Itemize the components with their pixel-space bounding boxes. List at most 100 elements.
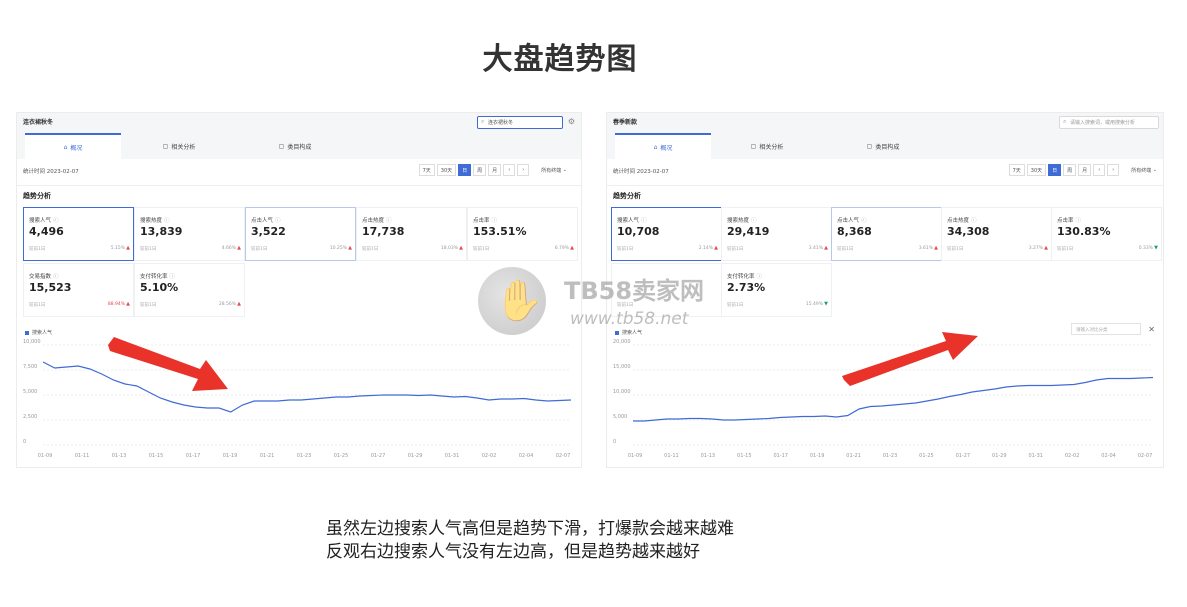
- info-icon: ⓘ: [491, 218, 498, 224]
- info-icon: ⓘ: [751, 218, 757, 224]
- x-tick-label: 01-23: [883, 453, 898, 459]
- search-input[interactable]: ⌕ 连衣裙秋冬: [477, 116, 563, 129]
- chevron-down-icon: ⌄: [562, 167, 567, 173]
- metric-card[interactable]: 搜索人气 ⓘ 10,708 较前1日 2.14% ▲: [611, 207, 722, 261]
- filter-bar: 统计时间 2023-02-07 7天 30天 日 周 月 ‹ › 所有终端 ⌄: [607, 159, 1163, 186]
- keyword-name: 连衣裙秋冬: [23, 119, 54, 126]
- metric-value: 10,708: [617, 225, 660, 238]
- metric-change: 18.03%: [440, 246, 458, 251]
- metric-card[interactable]: 点击率 ⓘ 153.51% 较前1日 6.79% ▲: [467, 207, 578, 261]
- tab-bar: ⌂ 概况 ▢ 相关分析 ▢ 类目构成: [17, 133, 581, 159]
- metric-compare-label: 较前1日: [251, 247, 268, 252]
- metric-value: 153.51%: [473, 225, 527, 238]
- arrow-up-icon: ▲: [934, 245, 938, 251]
- info-icon: ⓘ: [756, 274, 763, 280]
- y-tick-label: 5,000: [23, 389, 37, 395]
- info-icon: ⓘ: [53, 274, 59, 280]
- hand-logo-icon: ✋: [478, 267, 546, 335]
- metric-card[interactable]: 点击人气 ⓘ 3,522 较前1日 10.25% ▲: [245, 207, 356, 261]
- range-week-button[interactable]: 周: [1063, 164, 1077, 176]
- tab-category[interactable]: ▢ 类目构成: [247, 133, 343, 159]
- range-month-button[interactable]: 月: [1078, 164, 1092, 176]
- x-tick-label: 01-29: [992, 453, 1007, 459]
- metric-card[interactable]: 点击热度 ⓘ 17,738 较前1日 18.03% ▲: [356, 207, 467, 261]
- x-tick-label: 01-31: [1028, 453, 1043, 459]
- arrow-up-icon: ▲: [237, 301, 241, 307]
- range-buttons: 7天 30天 日 周 月 ‹ › 所有终端 ⌄: [1008, 164, 1157, 176]
- metric-change: 3.27%: [1028, 246, 1043, 251]
- x-tick-label: 01-15: [149, 453, 164, 459]
- info-icon: ⓘ: [971, 218, 977, 224]
- y-tick-label: 10,000: [613, 389, 631, 395]
- tab-overview[interactable]: ⌂ 概况: [615, 133, 711, 159]
- next-button[interactable]: ›: [517, 164, 530, 176]
- y-tick-label: 0: [613, 439, 616, 445]
- metric-value: 5.10%: [140, 281, 179, 294]
- metric-change: 4.66%: [221, 246, 236, 251]
- info-icon: ⓘ: [275, 218, 281, 224]
- metric-value: 13,839: [140, 225, 183, 238]
- search-input[interactable]: ⌕ 请输入搜索词，或用搜索分析: [1059, 116, 1159, 129]
- watermark: ✋ TB58卖家网 www.tb58.net: [478, 267, 728, 339]
- x-tick-label: 01-21: [260, 453, 275, 459]
- metric-card[interactable]: 点击人气 ⓘ 8,368 较前1日 3.61% ▲: [831, 207, 942, 261]
- tab-category[interactable]: ▢ 类目构成: [835, 133, 931, 159]
- section-title: 趋势分析: [613, 192, 641, 200]
- metric-value: 34,308: [947, 225, 990, 238]
- info-icon: ⓘ: [386, 218, 392, 224]
- info-icon: ⓘ: [861, 218, 867, 224]
- tab-bar: ⌂ 概况 ▢ 相关分析 ▢ 类目构成: [607, 133, 1163, 159]
- range-7d-button[interactable]: 7天: [1008, 164, 1025, 176]
- arrow-up-icon: ▲: [714, 245, 718, 251]
- range-30d-button[interactable]: 30天: [436, 164, 457, 176]
- tab-related-analysis[interactable]: ▢ 相关分析: [719, 133, 815, 159]
- filter-bar: 统计时间 2023-02-07 7天 30天 日 周 月 ‹ › 所有终端 ⌄: [17, 159, 581, 186]
- metric-card[interactable]: 点击热度 ⓘ 34,308 较前1日 3.27% ▲: [941, 207, 1052, 261]
- terminal-select[interactable]: 所有终端 ⌄: [1131, 164, 1157, 176]
- x-tick-label: 01-11: [75, 453, 90, 459]
- range-7d-button[interactable]: 7天: [418, 164, 435, 176]
- range-month-button[interactable]: 月: [488, 164, 502, 176]
- tab-related-analysis[interactable]: ▢ 相关分析: [131, 133, 227, 159]
- stat-date: 统计时间 2023-02-07: [23, 169, 79, 175]
- settings-icon[interactable]: ⚙: [568, 117, 575, 126]
- range-day-button[interactable]: 日: [1048, 164, 1062, 176]
- metric-change: 0.33%: [1138, 246, 1153, 251]
- close-icon[interactable]: ✕: [1148, 325, 1155, 334]
- metric-change: 6.79%: [554, 246, 569, 251]
- next-button[interactable]: ›: [1107, 164, 1120, 176]
- x-tick-label: 02-02: [482, 453, 497, 459]
- metric-card[interactable]: 点击率 ⓘ 130.83% 较前1日 0.33% ▼: [1051, 207, 1162, 261]
- metric-change: 5.15%: [110, 246, 125, 251]
- metric-name: 点击率 ⓘ: [473, 218, 498, 224]
- metric-card[interactable]: 搜索热度 ⓘ 13,839 较前1日 4.66% ▲: [134, 207, 245, 261]
- terminal-select[interactable]: 所有终端 ⌄: [541, 164, 567, 176]
- metric-card[interactable]: 搜索热度 ⓘ 29,419 较前1日 3.41% ▲: [721, 207, 832, 261]
- metric-value: 130.83%: [1057, 225, 1111, 238]
- range-30d-button[interactable]: 30天: [1026, 164, 1047, 176]
- arrow-up-icon: ▲: [1044, 245, 1048, 251]
- arrow-up-icon: ▲: [126, 245, 130, 251]
- arrow-up-icon: ▲: [570, 245, 574, 251]
- y-tick-label: 5,000: [613, 414, 627, 420]
- tab-overview[interactable]: ⌂ 概况: [25, 133, 121, 159]
- arrow-up-icon: ▲: [126, 301, 130, 307]
- metric-card[interactable]: 支付转化率 ⓘ 2.73% 较前1日 15.49% ▼: [721, 263, 832, 317]
- compare-input[interactable]: 请输入对比分类: [1071, 323, 1141, 335]
- metric-value: 2.73%: [727, 281, 766, 294]
- range-day-button[interactable]: 日: [458, 164, 472, 176]
- prev-button[interactable]: ‹: [1093, 164, 1106, 176]
- legend-swatch: [25, 330, 29, 335]
- prev-button[interactable]: ‹: [503, 164, 516, 176]
- metric-compare-label: 较前1日: [362, 247, 379, 252]
- metric-compare-label: 较前1日: [140, 303, 157, 308]
- metric-value: 17,738: [362, 225, 405, 238]
- metric-change: 10.25%: [329, 246, 347, 251]
- metric-card[interactable]: 支付转化率 ⓘ 5.10% 较前1日 28.56% ▲: [134, 263, 245, 317]
- metric-card[interactable]: 搜索人气 ⓘ 4,496 较前1日 5.15% ▲: [23, 207, 134, 261]
- metric-change: 2.14%: [698, 246, 713, 251]
- metric-value: 8,368: [837, 225, 872, 238]
- range-week-button[interactable]: 周: [473, 164, 487, 176]
- metric-compare-label: 较前1日: [727, 303, 744, 308]
- metric-card[interactable]: 交易指数 ⓘ 15,523 较前1日 88.94% ▲: [23, 263, 134, 317]
